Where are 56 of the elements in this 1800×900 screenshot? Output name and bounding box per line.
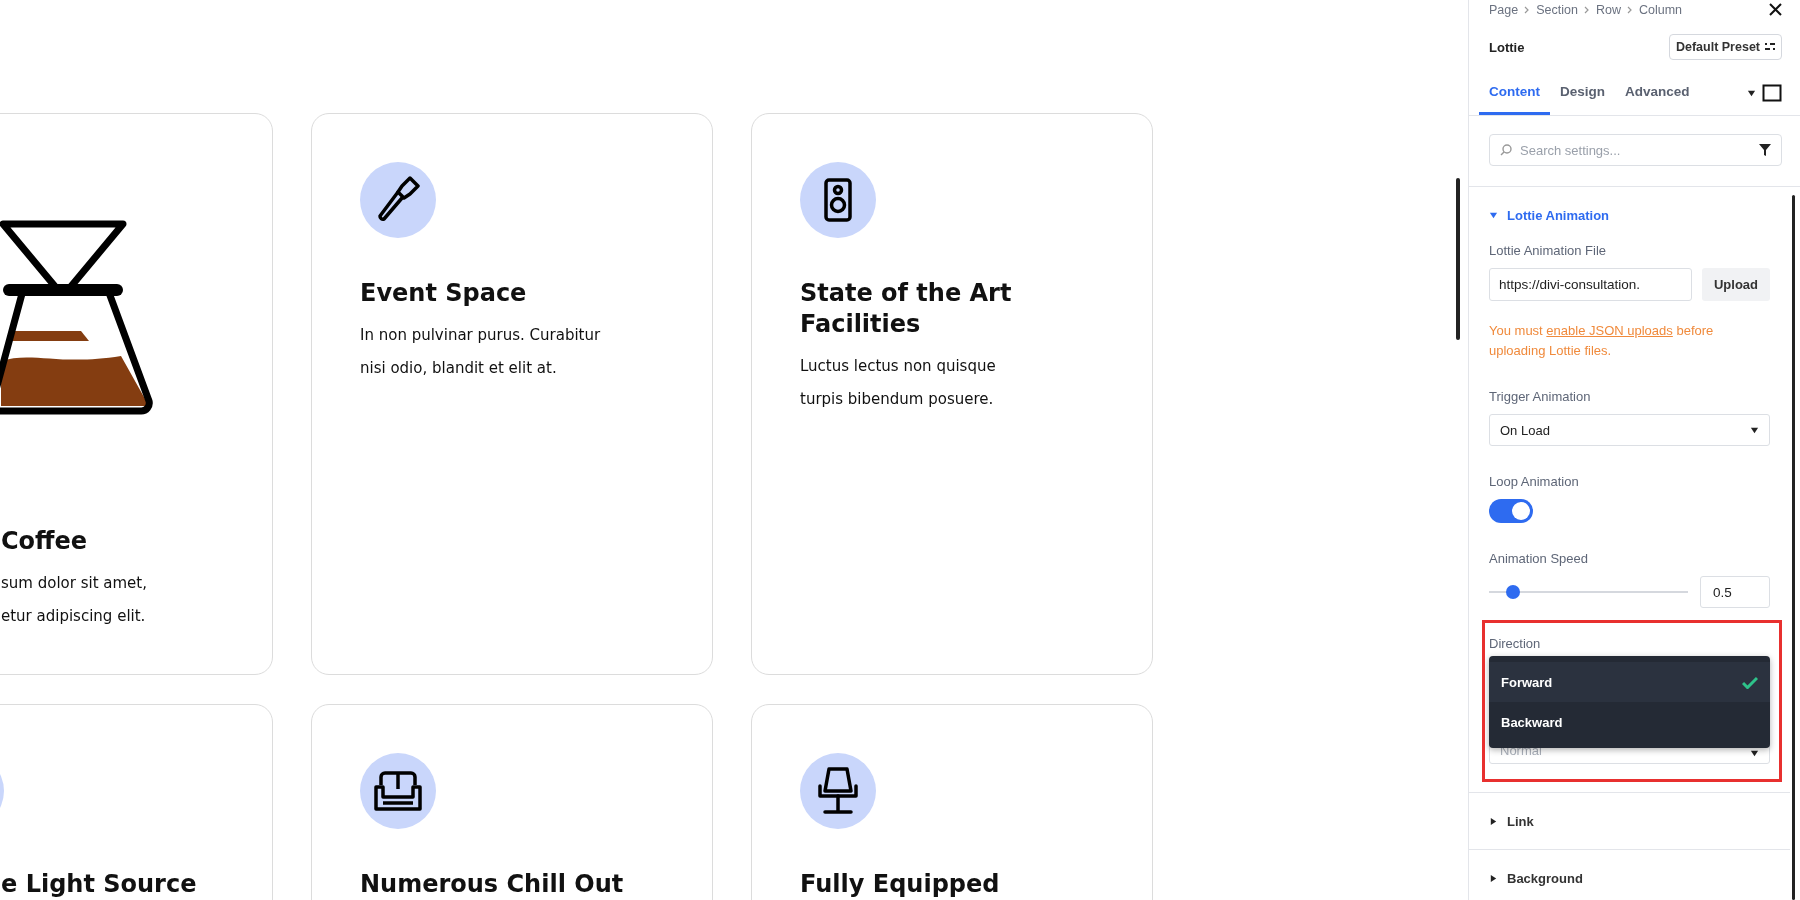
menu-option[interactable]: Forward bbox=[1489, 662, 1770, 702]
card-text: turpis bibendum posuere. bbox=[800, 389, 994, 411]
tab[interactable]: Advanced bbox=[1615, 74, 1700, 115]
upload-button[interactable]: Upload bbox=[1701, 268, 1770, 301]
toggle-switch[interactable] bbox=[1489, 499, 1533, 523]
chevron-icon bbox=[1583, 5, 1590, 14]
search-icon bbox=[1500, 144, 1512, 156]
slider-thumb[interactable] bbox=[1505, 585, 1520, 599]
url-field[interactable]: https://divi-consultation. bbox=[1489, 268, 1692, 301]
tab[interactable]: Content bbox=[1479, 74, 1550, 115]
grid-icon bbox=[1765, 43, 1775, 51]
field-label: Animation Speed bbox=[1489, 551, 1588, 566]
section-header[interactable]: Link bbox=[1469, 793, 1534, 849]
card-text: In non pulvinar purus. Curabitur bbox=[360, 325, 601, 347]
breadcrumb-link[interactable]: Section bbox=[1536, 2, 1578, 17]
close-icon[interactable] bbox=[1769, 3, 1782, 16]
field-label: Trigger Animation bbox=[1489, 389, 1591, 404]
field-label: Direction bbox=[1489, 636, 1541, 651]
filter-icon[interactable] bbox=[1759, 144, 1771, 156]
card-title: Coffee bbox=[1, 526, 88, 557]
section-header[interactable]: Lottie Animation bbox=[1469, 187, 1610, 243]
card-title: Numerous Chill Out bbox=[360, 869, 624, 900]
preset-button[interactable]: Default Preset bbox=[1668, 34, 1782, 60]
breadcrumb-link[interactable]: Row bbox=[1595, 2, 1621, 17]
card-title: Fully Equipped bbox=[800, 869, 1000, 900]
tab[interactable]: Design bbox=[1550, 74, 1615, 115]
card-title: e Light Source bbox=[1, 869, 197, 900]
chevron-icon bbox=[1524, 5, 1531, 14]
card-text: Luctus lectus non quisque bbox=[800, 356, 996, 378]
caret-icon bbox=[1489, 873, 1498, 883]
card-text: sum dolor sit amet, bbox=[1, 573, 147, 595]
scrollbar[interactable] bbox=[1456, 178, 1460, 340]
caret-icon bbox=[1489, 816, 1498, 826]
check-icon bbox=[1742, 675, 1758, 689]
caret-icon bbox=[1750, 425, 1759, 435]
breadcrumb-link[interactable]: Column bbox=[1638, 2, 1682, 17]
search-field[interactable]: Search settings... bbox=[1489, 134, 1782, 166]
caret-icon bbox=[1747, 88, 1756, 98]
field-label: Loop Animation bbox=[1489, 474, 1579, 489]
chevron-icon bbox=[1626, 5, 1633, 14]
desktop-icon[interactable] bbox=[1762, 84, 1782, 102]
field-label: Lottie Animation File bbox=[1489, 243, 1607, 258]
caret-icon bbox=[1489, 210, 1498, 220]
sofa-icon bbox=[373, 769, 423, 813]
scrollbar[interactable] bbox=[1792, 195, 1795, 900]
number-field[interactable]: 0.5 bbox=[1700, 576, 1770, 608]
card-title: Event Space bbox=[360, 278, 527, 309]
select-field[interactable]: On Load bbox=[1489, 414, 1770, 446]
card-text: etur adipiscing elit. bbox=[1, 606, 146, 628]
section-header[interactable]: Background bbox=[1469, 850, 1583, 900]
chair-icon bbox=[815, 766, 861, 816]
module-name: Lottie bbox=[1489, 39, 1525, 55]
breadcrumb-link[interactable]: Page bbox=[1489, 2, 1519, 17]
warning-text: You must enable JSON uploads before uploading Lottie files. bbox=[1489, 322, 1715, 360]
card-title: State of the Art Facilities bbox=[800, 278, 1013, 341]
card-text: nisi odio, blandit et elit at. bbox=[360, 358, 557, 380]
